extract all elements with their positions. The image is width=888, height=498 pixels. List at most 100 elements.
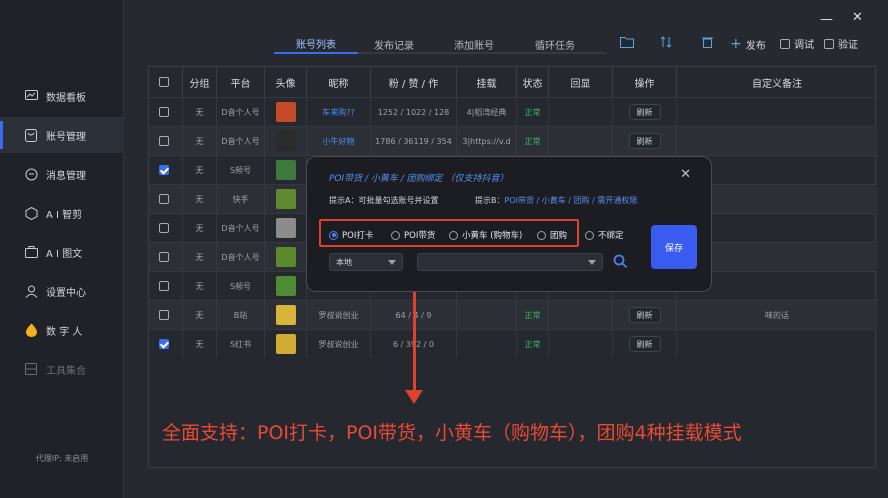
- cell-avatar: [265, 98, 307, 126]
- radio-dot: [329, 230, 338, 240]
- radio-label: 团购: [550, 231, 568, 241]
- cell-mount: [457, 301, 517, 329]
- tools-icon: [24, 362, 38, 376]
- header-action: 操作: [613, 67, 677, 97]
- annotation-arrow: [413, 282, 416, 394]
- sidebar-item-tools[interactable]: 工具集合: [0, 351, 124, 387]
- cell-avatar: [265, 272, 307, 300]
- cell-platform: S频号: [217, 156, 265, 184]
- sidebar-item-settings[interactable]: 设置中心: [0, 273, 124, 309]
- header-avatar: 头像: [265, 67, 307, 97]
- cell-group: 无: [183, 156, 217, 184]
- cell-stats: 1786 / 36119 / 354: [371, 127, 457, 155]
- cell-avatar: [265, 156, 307, 184]
- row-checkbox[interactable]: [158, 281, 169, 291]
- cell-note: 味的话: [765, 310, 789, 320]
- debug-check[interactable]: [780, 38, 790, 49]
- cell-platform: 快手: [217, 185, 265, 213]
- row-checkbox[interactable]: [158, 194, 169, 204]
- radio-shopping-cart[interactable]: 小黄车 (购物车): [449, 229, 522, 241]
- tab-add-account[interactable]: 添加账号: [440, 34, 508, 54]
- sidebar-item-label: 数 字 人: [46, 326, 83, 338]
- cell-platform: S红书: [217, 330, 265, 358]
- proxy-status: 代理IP: 未启用: [35, 454, 89, 463]
- cell-action: 刷新: [613, 301, 677, 329]
- cell-group: 无: [183, 185, 217, 213]
- row-checkbox[interactable]: [158, 223, 169, 233]
- table-row: 无 B站 罗叔说创业 64 / 4 / 9 正常 刷新 味的话: [149, 300, 877, 329]
- refresh-button[interactable]: 刷新: [628, 133, 661, 149]
- sidebar-item-dashboard[interactable]: 数据看板: [0, 78, 124, 114]
- cell-action: 刷新: [613, 98, 677, 126]
- cell-group: 无: [183, 127, 217, 155]
- feature-caption: 全面支持：POI打卡，POI带货，小黄车（购物车），团购4种挂载模式: [162, 422, 742, 444]
- folder-icon[interactable]: [620, 36, 634, 48]
- sidebar-item-ai-cut[interactable]: A I 智剪: [0, 195, 124, 231]
- refresh-button[interactable]: 刷新: [628, 307, 661, 323]
- location-select[interactable]: 本地: [329, 253, 403, 271]
- radio-no-binding[interactable]: 不绑定: [585, 229, 624, 241]
- sort-icon[interactable]: [660, 36, 672, 48]
- ai-cut-icon: [24, 206, 38, 220]
- tab-loop-tasks[interactable]: 循环任务: [522, 34, 588, 54]
- cell-status: 正常: [517, 127, 549, 155]
- cell-platform: D音个人号: [217, 98, 265, 126]
- radio-label: 小黄车 (购物车): [462, 231, 523, 241]
- row-checkbox[interactable]: [158, 107, 169, 117]
- verify-checkbox[interactable]: 验证: [824, 36, 858, 51]
- save-button[interactable]: 保存: [651, 225, 697, 269]
- row-checkbox[interactable]: [158, 165, 169, 175]
- sidebar-item-digital-human[interactable]: 数 字 人: [0, 312, 124, 348]
- header-group: 分组: [183, 67, 217, 97]
- select-all-checkbox[interactable]: [158, 77, 169, 87]
- digital-human-icon: [24, 323, 38, 337]
- row-checkbox[interactable]: [158, 136, 169, 146]
- row-select-cell: [149, 127, 183, 155]
- refresh-button[interactable]: 刷新: [628, 336, 661, 352]
- cell-group: 无: [183, 214, 217, 242]
- cell-group: 无: [183, 243, 217, 271]
- avatar: [275, 102, 296, 122]
- cell-platform: D音个人号: [217, 214, 265, 242]
- hint-b: 提示B：POI带货 / 小黄车 / 团购 / 需开通权限: [475, 195, 637, 206]
- row-checkbox[interactable]: [158, 339, 169, 349]
- publish-button[interactable]: + 发布: [730, 36, 766, 52]
- cell-avatar: [265, 127, 307, 155]
- search-icon[interactable]: [613, 254, 628, 273]
- poi-select[interactable]: [417, 253, 603, 271]
- radio-group-buy[interactable]: 团购: [537, 229, 567, 241]
- annotation-arrow-head: [405, 390, 423, 404]
- cell-mount: [457, 330, 517, 358]
- row-checkbox[interactable]: [158, 310, 169, 320]
- table-row: 无 D音个人号 车来购?? 1252 / 1022 / 128 4|稻湾经典 正常 刷新: [149, 97, 877, 126]
- debug-checkbox[interactable]: 调试: [780, 36, 814, 51]
- header-note: 自定义备注: [752, 78, 802, 90]
- close-icon[interactable]: ✕: [680, 167, 691, 182]
- sidebar-item-ai-image-text[interactable]: A I 图文: [0, 234, 124, 270]
- refresh-button[interactable]: 刷新: [628, 104, 661, 120]
- verify-check[interactable]: [824, 38, 834, 49]
- radio-poi-sales[interactable]: POI带货: [391, 229, 435, 241]
- cell-platform: D音个人号: [217, 127, 265, 155]
- close-icon[interactable]: ✕: [852, 10, 863, 25]
- tab-account-list[interactable]: 账号列表: [274, 34, 358, 54]
- cell-status: 正常: [517, 98, 549, 126]
- sidebar-item-messages[interactable]: 消息管理: [0, 156, 124, 192]
- table-row: 无S红书罗叔说创业6 / 392 / 0正常刷新: [149, 329, 877, 358]
- sidebar-item-label: 数据看板: [46, 92, 86, 104]
- tab-publish-records[interactable]: 发布记录: [358, 34, 430, 54]
- cell-echo: [549, 98, 613, 126]
- cell-echo: [549, 127, 613, 155]
- radio-label: 不绑定: [598, 231, 624, 241]
- avatar: [275, 305, 296, 325]
- cell-platform: S频号: [217, 272, 265, 300]
- header-echo: 回显: [549, 67, 613, 97]
- cell-avatar: [265, 214, 307, 242]
- account-icon: [24, 128, 38, 142]
- radio-poi-checkin[interactable]: POI打卡: [329, 229, 373, 241]
- trash-icon[interactable]: [702, 36, 713, 48]
- cell-echo: [549, 330, 613, 358]
- row-checkbox[interactable]: [158, 252, 169, 262]
- sidebar-item-accounts[interactable]: 账号管理: [0, 117, 124, 153]
- minimize-icon[interactable]: —: [820, 12, 833, 27]
